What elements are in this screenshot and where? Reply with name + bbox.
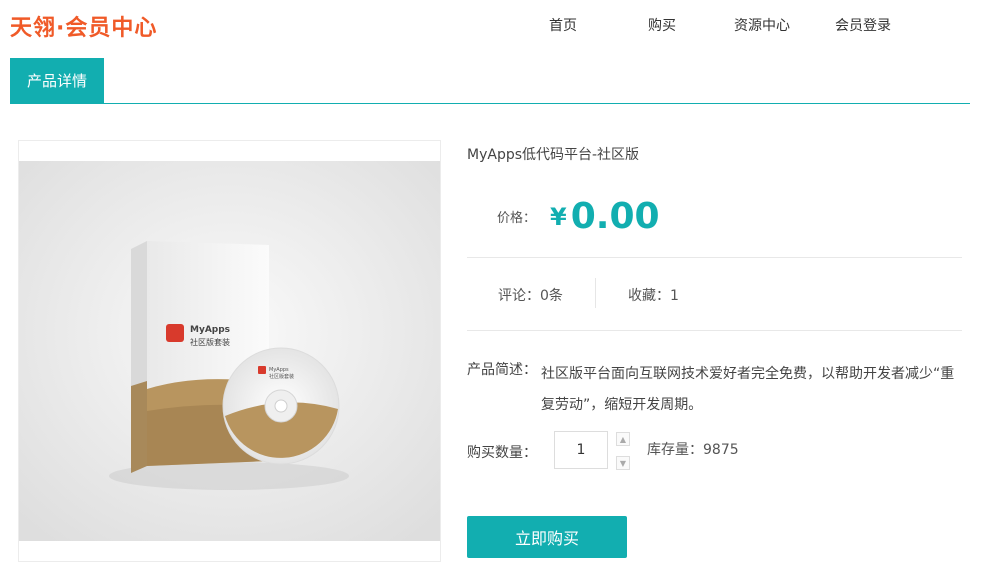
caret-up-icon: ▲ — [619, 434, 627, 444]
nav-resources[interactable]: 资源中心 — [734, 15, 790, 35]
price-row: 价格： ¥ 0.00 — [497, 196, 660, 237]
disc-edition-text: 社区版套装 — [269, 373, 294, 380]
nav-buy[interactable]: 购买 — [648, 15, 676, 35]
price-value: 0.00 — [570, 196, 660, 237]
tab-product-details[interactable]: 产品详情 — [10, 58, 104, 103]
stat-separator — [595, 278, 596, 308]
product-title: MyApps低代码平台-社区版 — [467, 147, 640, 163]
description-label: 产品简述： — [467, 362, 537, 378]
nav-member-login[interactable]: 会员登录 — [835, 15, 891, 35]
quantity-decrease-button[interactable]: ▼ — [616, 456, 630, 470]
product-box-illustration: MyApps 社区版套装 MyApps 社区版套装 — [19, 161, 440, 541]
box-brand-text: MyApps — [190, 325, 230, 335]
myapps-logo-icon — [166, 324, 184, 342]
tab-bar: 产品详情 — [10, 58, 970, 104]
nav-home[interactable]: 首页 — [549, 15, 577, 35]
caret-down-icon: ▼ — [619, 458, 627, 468]
site-logo[interactable]: 天翎·会员中心 — [10, 10, 157, 42]
divider — [467, 330, 962, 331]
quantity-label: 购买数量： — [467, 445, 537, 461]
comment-count[interactable]: 评论：0条 — [498, 285, 563, 305]
divider — [467, 257, 962, 258]
quantity-increase-button[interactable]: ▲ — [616, 432, 630, 446]
quantity-input[interactable] — [554, 431, 608, 469]
buy-now-button[interactable]: 立即购买 — [467, 516, 627, 558]
price-label: 价格： — [497, 211, 537, 226]
stock-count: 库存量：9875 — [647, 442, 739, 458]
product-image: MyApps 社区版套装 MyApps 社区版套装 — [18, 140, 441, 562]
favorite-count[interactable]: 收藏：1 — [628, 285, 679, 305]
disc-brand-text: MyApps — [269, 367, 289, 373]
box-edition-text: 社区版套装 — [190, 337, 230, 347]
description-text: 社区版平台面向互联网技术爱好者完全免费，以帮助开发者减少“重复劳动”，缩短开发周… — [541, 366, 955, 413]
currency-symbol: ¥ — [550, 202, 567, 231]
